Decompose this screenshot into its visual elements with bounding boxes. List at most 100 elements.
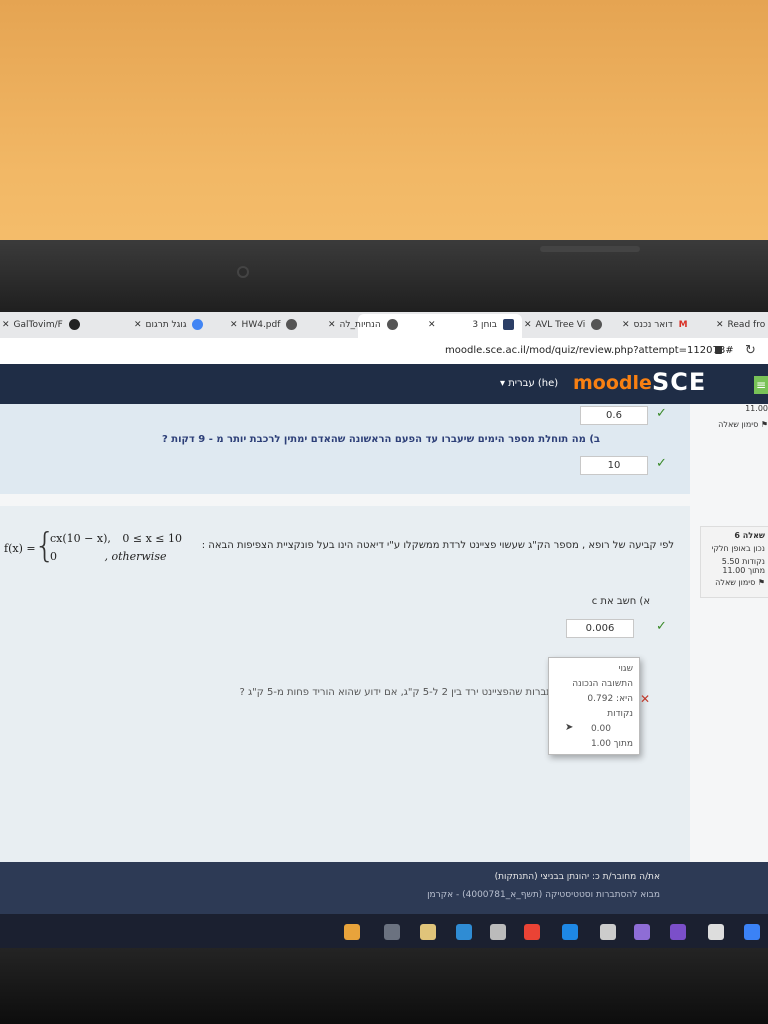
webcam <box>239 268 247 276</box>
check-icon: ✓ <box>656 406 667 421</box>
quiz-review-content: 0.6 ✓ ב) מה תוחלת מספר הימים שיעברו עד ה… <box>0 404 768 862</box>
page-footer: את/ה מחובר/ת כ: יהונתן בבניצי (התנתקות) … <box>0 862 768 914</box>
app-icon[interactable] <box>384 924 400 940</box>
tab-label: דואר נכנס <box>633 320 673 330</box>
question-points: 5.50 נקודות <box>721 557 765 566</box>
laptop-bottom <box>0 948 768 1024</box>
app-icon[interactable] <box>490 924 506 940</box>
tab-label: GalTovim/F <box>13 320 63 330</box>
flag-label: סימון שאלה <box>715 578 756 587</box>
popup-status: שגוי <box>618 664 633 674</box>
question-part-a: א) חשב את c <box>591 596 650 607</box>
url-text[interactable]: moodle.sce.ac.il/mod/quiz/review.php?att… <box>445 345 734 356</box>
tab-label: הנחיות_לה <box>339 320 381 330</box>
moodle-header: ▾ עברית (he) moodle SCE ≡ <box>0 364 768 404</box>
wrong-x-icon: ✕ <box>640 692 651 706</box>
browser-tab[interactable]: ✕ דואר נכנס M <box>622 317 688 333</box>
popup-correct-value: היא: 0.792 <box>587 694 633 704</box>
browser-tab-bar: ✕ GalTovim/F ✕ גוגל תרגום ✕ HW4.pdf ✕ הנחיות… <box>0 312 768 338</box>
answer-field-a: 0.6 <box>580 406 648 425</box>
app-icon[interactable] <box>344 924 360 940</box>
sce-icon <box>502 319 514 330</box>
app-icon[interactable] <box>600 924 616 940</box>
close-icon[interactable]: ✕ <box>428 320 436 330</box>
reload-icon[interactable]: ↻ <box>745 343 756 358</box>
close-icon[interactable]: ✕ <box>622 320 630 330</box>
lock-icon <box>715 346 722 354</box>
close-icon[interactable]: ✕ <box>134 320 142 330</box>
tab-label: גוגל תרגום <box>145 320 187 330</box>
app-icon[interactable] <box>456 924 472 940</box>
google-translate-icon <box>192 319 204 330</box>
close-icon[interactable]: ✕ <box>230 320 238 330</box>
formula-case-1: cx(10 − x), 0 ≤ x ≤ 10 <box>50 532 182 545</box>
close-icon[interactable]: ✕ <box>328 320 336 330</box>
formula-case-2: 0 , otherwise <box>50 550 166 563</box>
github-icon <box>68 319 80 330</box>
menu-icon[interactable]: ≡ <box>754 376 768 394</box>
globe-icon <box>386 319 398 330</box>
browser-tab[interactable]: ✕ הנחיות_לה <box>328 317 398 333</box>
close-icon[interactable]: ✕ <box>524 320 532 330</box>
moodle-logo[interactable]: moodle <box>573 372 652 394</box>
question-text: לפי קביעה של רופא , מספר הק"ג שעשוי פציי… <box>201 540 674 551</box>
browser-tab[interactable]: ✕ AVL Tree Vi <box>524 317 603 333</box>
laptop-screen: ✕ GalTovim/F ✕ גוגל תרגום ✕ HW4.pdf ✕ הנחיות… <box>0 312 768 952</box>
flag-question-link[interactable]: סימון שאלה ⚑ <box>701 578 765 587</box>
address-bar[interactable]: moodle.sce.ac.il/mod/quiz/review.php?att… <box>0 338 768 365</box>
close-icon[interactable]: ✕ <box>2 320 10 330</box>
globe-icon <box>591 319 603 330</box>
popup-max-label: מתוך <box>613 739 633 749</box>
case-2-condition: , otherwise <box>104 550 167 563</box>
question-5-box: 0.6 ✓ ב) מה תוחלת מספר הימים שיעברו עד ה… <box>0 404 690 494</box>
bezel-notch <box>540 246 640 252</box>
sce-logo[interactable]: SCE <box>652 368 706 396</box>
flag-icon: ⚑ <box>757 578 765 587</box>
vscode-icon[interactable] <box>562 924 578 940</box>
answer-field-a: 0.006 <box>566 619 634 638</box>
case-2-expression: 0 <box>50 550 57 563</box>
gmail-icon: M <box>678 320 688 330</box>
browser-tab[interactable]: ✕ גוגל תרגום <box>134 317 204 333</box>
case-1-expression: cx(10 − x), <box>50 532 111 545</box>
logged-in-text[interactable]: את/ה מחובר/ת כ: יהונתן בבניצי (התנתקות) <box>495 872 660 882</box>
course-link[interactable]: מבוא להסתברות וסטטיסטיקה (תשף_א_4000781)… <box>427 890 660 900</box>
question-number: שאלה 6 <box>734 531 765 540</box>
browser-tab-active[interactable]: ✕ בוחן 3 <box>428 317 514 333</box>
question-part-b: ב) מה תוחלת מספר הימים שיעברו עד הפעם הר… <box>161 434 600 445</box>
flag-question-link[interactable]: סימון שאלה ⚑ <box>700 420 768 429</box>
question-max: 11.00 מתוך <box>722 566 765 575</box>
windows-taskbar <box>0 914 768 952</box>
close-icon[interactable]: ✕ <box>716 320 724 330</box>
sidebar-top-value: 11.00 <box>745 404 768 413</box>
check-icon: ✓ <box>656 456 667 471</box>
tab-label: Read fro <box>727 320 766 330</box>
popup-max-value: 1.00 <box>590 739 611 749</box>
tab-label: AVL Tree Vi <box>535 320 586 330</box>
app-icon[interactable] <box>634 924 650 940</box>
browser-tab[interactable]: ✕ Read fro <box>716 317 765 333</box>
wall-background <box>0 0 768 250</box>
language-label: עברית (he) <box>508 378 559 389</box>
tab-label: בוחן 3 <box>472 320 498 330</box>
chrome-icon[interactable] <box>524 924 540 940</box>
visual-studio-icon[interactable] <box>670 924 686 940</box>
language-selector[interactable]: ▾ עברית (he) <box>500 378 558 389</box>
laptop-bezel <box>0 240 768 320</box>
question-6-info: שאלה 6 נכון באופן חלקי 5.50 נקודות 11.00… <box>700 526 768 598</box>
tab-label: HW4.pdf <box>241 320 281 330</box>
file-explorer-icon[interactable] <box>420 924 436 940</box>
app-icon[interactable] <box>708 924 724 940</box>
flag-label: סימון שאלה <box>718 420 759 429</box>
popup-correct-label: התשובה הנכונה <box>572 679 633 689</box>
feedback-popup: שגוי התשובה הנכונה היא: 0.792 נקודות 0.0… <box>548 657 640 755</box>
browser-tab[interactable]: ✕ GalTovim/F <box>2 317 80 333</box>
case-1-condition: 0 ≤ x ≤ 10 <box>122 532 182 545</box>
edge-icon[interactable] <box>744 924 760 940</box>
browser-tab[interactable]: ✕ HW4.pdf <box>230 317 298 333</box>
formula-lhs: f(x) = <box>4 542 36 555</box>
popup-points-value: 0.00 <box>590 724 611 734</box>
mouse-cursor-icon: ➤ <box>565 722 574 733</box>
question-status: נכון באופן חלקי <box>711 544 765 553</box>
check-icon: ✓ <box>656 619 667 634</box>
